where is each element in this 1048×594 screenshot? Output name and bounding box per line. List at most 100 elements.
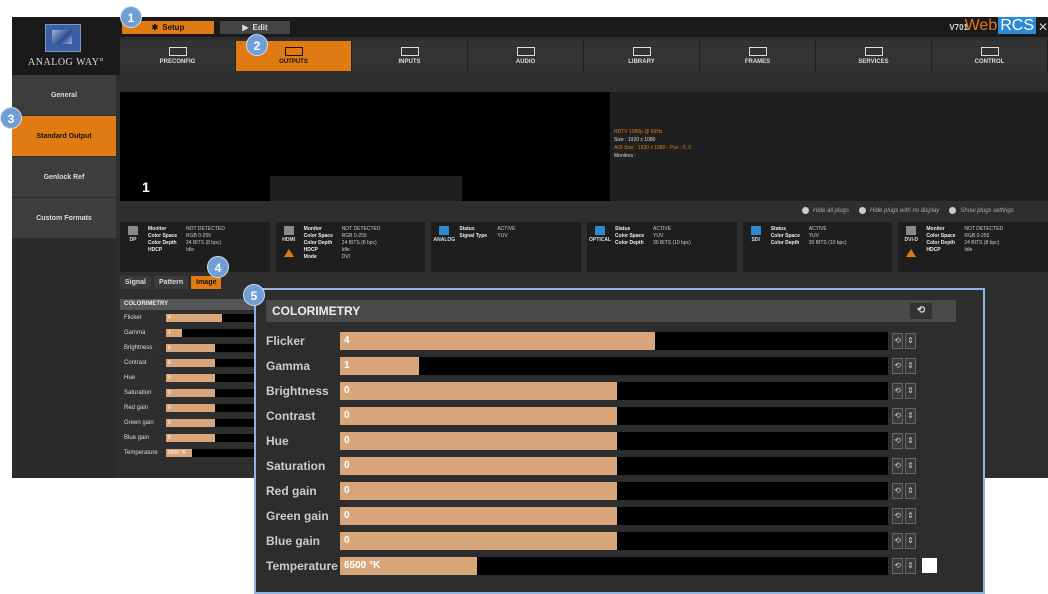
reset-icon[interactable]: ⟲	[892, 457, 903, 474]
slider-buttons: ⟲ ⇕	[892, 332, 916, 349]
plug-dp[interactable]: DP Monitor NOT DETECTED Color Space RGB 0-25…	[120, 222, 270, 272]
close-icon[interactable]: ✕	[1038, 20, 1048, 34]
slider-track[interactable]: 6500 °K	[340, 556, 888, 575]
reset-icon[interactable]: ⟲	[892, 482, 903, 499]
stepper-icon[interactable]: ⇕	[905, 382, 916, 399]
slider-track[interactable]: 6500 °K	[166, 448, 260, 457]
stepper-icon[interactable]: ⇕	[905, 532, 916, 549]
reset-icon[interactable]: ⟲	[892, 532, 903, 549]
slider-track[interactable]: 0	[340, 481, 888, 500]
plug-dvi-d[interactable]: DVI-D Monitor NOT DETECTED Color Space RGB 0…	[898, 222, 1048, 272]
stepper-icon[interactable]: ⇕	[905, 557, 916, 574]
slider-label: Brightness	[266, 383, 329, 398]
stepper-icon[interactable]: ⇕	[905, 357, 916, 374]
stepper-icon[interactable]: ⇕	[905, 332, 916, 349]
screen-1-preview[interactable]: 1	[120, 92, 270, 201]
slider-row-blue-gain: Blue gain 0 ⟲ ⇕	[266, 528, 971, 553]
plug-hdmi[interactable]: HDMI Monitor NOT DETECTED Color Space RGB 0-…	[275, 222, 426, 272]
slider-buttons: ⟲ ⇕	[892, 557, 916, 574]
stepper-icon[interactable]: ⇕	[905, 432, 916, 449]
webrcs-logo: Web RCS	[964, 17, 1036, 34]
stepper-icon[interactable]: ⇕	[905, 457, 916, 474]
hide-all-plugs-button[interactable]: Hide all plugs	[802, 207, 849, 214]
reset-icon[interactable]: ⟲	[892, 432, 903, 449]
logo-mark-icon	[45, 24, 81, 52]
show-settings-button[interactable]: Show plugs settings	[949, 207, 1014, 214]
reset-all-button[interactable]: ⟲	[910, 303, 932, 319]
slider-label: Gamma	[124, 329, 146, 336]
tab-frames[interactable]: FRAMES	[700, 41, 816, 71]
slider-track[interactable]: 0	[166, 358, 260, 367]
slider-track[interactable]: 1	[340, 356, 888, 375]
tab-audio[interactable]: AUDIO	[468, 41, 584, 71]
slider-track[interactable]: 0	[340, 506, 888, 525]
reset-icon[interactable]: ⟲	[892, 382, 903, 399]
sidebar-item-custom-formats[interactable]: Custom Formats	[12, 198, 116, 238]
reset-icon[interactable]: ⟲	[892, 407, 903, 424]
tab-services[interactable]: SERVICES	[816, 41, 932, 71]
reset-icon[interactable]: ⟲	[892, 357, 903, 374]
plug-name: OPTICAL	[589, 237, 611, 243]
plug-info-row: Color Depth 30 BITS (10 bpc)	[771, 240, 847, 247]
plug-info-row: Color Space YUV	[771, 233, 847, 240]
slider-row-small: Temperature 6500 °K	[120, 445, 260, 460]
plug-analog[interactable]: ANALOG Status ACTIVE Signal Type YUV	[431, 222, 582, 272]
subtab-signal[interactable]: Signal	[120, 276, 152, 289]
slider-track[interactable]: 0	[340, 406, 888, 425]
reset-icon[interactable]: ⟲	[892, 557, 903, 574]
plug-info: Status ACTIVE Signal Type YUV	[459, 226, 515, 268]
eye-off-icon	[859, 207, 867, 214]
slider-track[interactable]: 0	[166, 433, 260, 442]
slider-track[interactable]: 4	[166, 313, 260, 322]
slider-track[interactable]: 0	[340, 531, 888, 550]
sidebar-item-general[interactable]: General	[12, 75, 116, 115]
tab-library[interactable]: LIBRARY	[584, 41, 700, 71]
plug-info-row: HDCP Idle	[926, 247, 1003, 254]
subtab-pattern[interactable]: Pattern	[154, 276, 189, 289]
callout-2: 2	[246, 34, 268, 56]
slider-label: Hue	[124, 374, 136, 381]
slider-track[interactable]: 0	[166, 343, 260, 352]
tab-inputs[interactable]: INPUTS	[352, 41, 468, 71]
stepper-icon[interactable]: ⇕	[905, 407, 916, 424]
tab-control[interactable]: CONTROL	[932, 41, 1048, 71]
plug-info-row: HDCP Idle	[304, 247, 381, 254]
tab-label: AUDIO	[515, 59, 536, 65]
slider-value: 6500 °K	[344, 559, 381, 571]
slider-track[interactable]: 0	[340, 381, 888, 400]
screen-3-preview[interactable]	[462, 92, 610, 201]
tab-preconfig[interactable]: PRECONFIG	[120, 41, 236, 71]
plug-info-value: YUV	[808, 233, 819, 239]
screen-2-preview[interactable]	[270, 92, 462, 176]
slider-track[interactable]: 1	[166, 328, 260, 337]
colorimetry-panel-small: COLORIMETRY Flicker 4 Gamma 1 Brightness 0 Con…	[120, 299, 260, 478]
plug-sdi[interactable]: SDI Status ACTIVE Color Space YUV Color Depth…	[742, 222, 893, 272]
slider-track[interactable]: 4	[340, 331, 888, 350]
slider-track[interactable]: 0	[166, 418, 260, 427]
stepper-icon[interactable]: ⇕	[905, 482, 916, 499]
slider-track[interactable]: 0	[166, 373, 260, 382]
sidebar-item-genlock-ref[interactable]: Genlock Ref	[12, 157, 116, 197]
stepper-icon[interactable]: ⇕	[905, 507, 916, 524]
slider-track[interactable]: 0	[340, 431, 888, 450]
plug-info-row: Color Depth 24 BITS (8 bpc)	[148, 240, 225, 247]
slider-value: 0	[344, 459, 350, 471]
reset-icon[interactable]: ⟲	[892, 507, 903, 524]
reset-icon[interactable]: ⟲	[892, 332, 903, 349]
plug-controls: Hide all plugs Hide plugs with no displa…	[802, 207, 1014, 214]
plug-info-key: Color Depth	[770, 240, 800, 246]
plug-icon: HDMI	[280, 226, 298, 268]
slider-track[interactable]: 0	[166, 388, 260, 397]
plug-info-key: Monitor	[926, 226, 945, 232]
plug-optical[interactable]: OPTICAL Status ACTIVE Color Space YUV Color D…	[587, 222, 737, 272]
slider-label: Blue gain	[266, 533, 321, 548]
plug-info-value: NOT DETECTED	[964, 226, 1004, 232]
sidebar-item-standard-output[interactable]: Standard Output	[12, 116, 116, 156]
plug-info-row: Color Space RGB 0-255	[148, 233, 225, 240]
slider-track[interactable]: 0	[340, 456, 888, 475]
slider-label: Red gain	[124, 404, 149, 411]
slider-track[interactable]: 0	[166, 403, 260, 412]
hide-no-display-button[interactable]: Hide plugs with no display	[859, 207, 939, 214]
edit-mode-button[interactable]: ▶ Edit	[220, 21, 290, 34]
plug-name: DP	[129, 237, 137, 243]
